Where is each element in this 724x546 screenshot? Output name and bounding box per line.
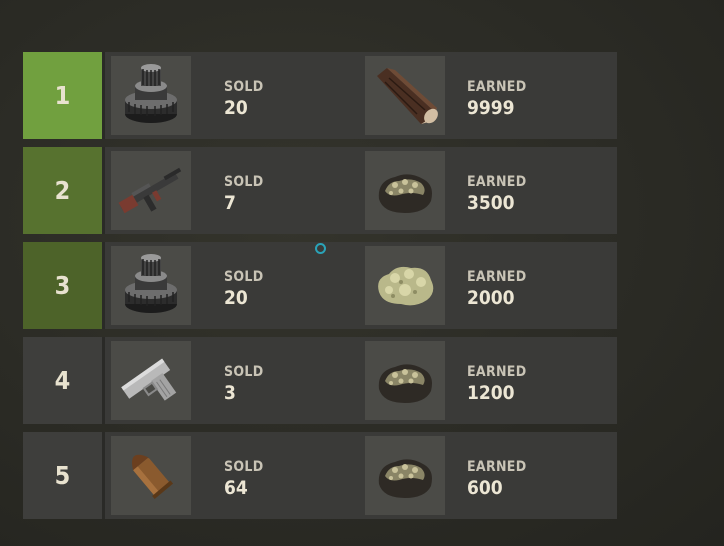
rank-badge: 5 bbox=[23, 432, 102, 519]
rank-number: 4 bbox=[54, 366, 71, 395]
row-content: SOLD 20 EARNED 9999 bbox=[105, 52, 617, 139]
reward-slot[interactable] bbox=[365, 151, 445, 230]
metal-ore-icon bbox=[378, 459, 432, 498]
row-content: SOLD 20 EARNED 2000 bbox=[105, 242, 617, 329]
sold-label: SOLD bbox=[224, 459, 264, 475]
earned-label: EARNED bbox=[467, 79, 527, 95]
earned-value: 600 bbox=[467, 477, 503, 499]
sold-label: SOLD bbox=[224, 79, 264, 95]
earned-value: 3500 bbox=[467, 192, 515, 214]
earned-value: 9999 bbox=[467, 97, 515, 119]
leaderboard-row: 2 SOLD 7 EARNED 3500 bbox=[23, 147, 617, 234]
reward-slot[interactable] bbox=[365, 341, 445, 420]
earned-stat: EARNED 600 bbox=[467, 459, 526, 499]
gears-icon bbox=[125, 64, 177, 123]
earned-stat: EARNED 2000 bbox=[467, 269, 526, 309]
earned-label: EARNED bbox=[467, 459, 527, 475]
leaderboard-row: 3 SOLD 20 EARNED 2000 bbox=[23, 242, 617, 329]
rank-number: 2 bbox=[54, 176, 71, 205]
sold-stat: SOLD 3 bbox=[224, 364, 263, 404]
sulfur-ore-icon bbox=[378, 266, 434, 306]
sold-value: 3 bbox=[224, 382, 236, 404]
sold-value: 7 bbox=[224, 192, 236, 214]
sold-stat: SOLD 20 bbox=[224, 79, 263, 119]
metal-ore-icon bbox=[378, 364, 432, 403]
earned-stat: EARNED 3500 bbox=[467, 174, 526, 214]
bullet-icon bbox=[132, 454, 174, 500]
earned-label: EARNED bbox=[467, 269, 527, 285]
rank-number: 5 bbox=[54, 461, 71, 490]
rank-badge: 4 bbox=[23, 337, 102, 424]
item-slot[interactable] bbox=[111, 436, 191, 515]
leaderboard: 1 SOLD 20 EARNED 9999 2 SOLD 7 EARNED 35… bbox=[23, 52, 617, 527]
sold-label: SOLD bbox=[224, 364, 264, 380]
sold-stat: SOLD 64 bbox=[224, 459, 263, 499]
item-slot[interactable] bbox=[111, 341, 191, 420]
earned-stat: EARNED 1200 bbox=[467, 364, 526, 404]
reward-slot[interactable] bbox=[365, 56, 445, 135]
leaderboard-row: 5 SOLD 64 EARNED 600 bbox=[23, 432, 617, 519]
sold-stat: SOLD 20 bbox=[224, 269, 263, 309]
gears-icon bbox=[125, 254, 177, 313]
earned-stat: EARNED 9999 bbox=[467, 79, 526, 119]
leaderboard-row: 4 SOLD 3 EARNED 1200 bbox=[23, 337, 617, 424]
rank-number: 3 bbox=[54, 271, 71, 300]
item-slot[interactable] bbox=[111, 56, 191, 135]
sold-value: 20 bbox=[224, 97, 248, 119]
sold-label: SOLD bbox=[224, 269, 264, 285]
earned-label: EARNED bbox=[467, 174, 527, 190]
reward-slot[interactable] bbox=[365, 246, 445, 325]
earned-value: 1200 bbox=[467, 382, 515, 404]
item-slot[interactable] bbox=[111, 246, 191, 325]
assault-rifle-icon bbox=[118, 167, 182, 214]
cursor-ring bbox=[315, 243, 326, 254]
rank-number: 1 bbox=[54, 81, 71, 110]
sold-value: 20 bbox=[224, 287, 248, 309]
rank-badge: 2 bbox=[23, 147, 102, 234]
metal-ore-icon bbox=[378, 174, 432, 213]
row-content: SOLD 3 EARNED 1200 bbox=[105, 337, 617, 424]
sold-label: SOLD bbox=[224, 174, 264, 190]
pistol-icon bbox=[121, 358, 177, 401]
sold-stat: SOLD 7 bbox=[224, 174, 263, 214]
reward-slot[interactable] bbox=[365, 436, 445, 515]
earned-value: 2000 bbox=[467, 287, 515, 309]
sold-value: 64 bbox=[224, 477, 248, 499]
leaderboard-row: 1 SOLD 20 EARNED 9999 bbox=[23, 52, 617, 139]
earned-label: EARNED bbox=[467, 364, 527, 380]
rank-badge: 1 bbox=[23, 52, 102, 139]
row-content: SOLD 64 EARNED 600 bbox=[105, 432, 617, 519]
wood-log-icon bbox=[377, 68, 438, 124]
row-content: SOLD 7 EARNED 3500 bbox=[105, 147, 617, 234]
item-slot[interactable] bbox=[111, 151, 191, 230]
rank-badge: 3 bbox=[23, 242, 102, 329]
